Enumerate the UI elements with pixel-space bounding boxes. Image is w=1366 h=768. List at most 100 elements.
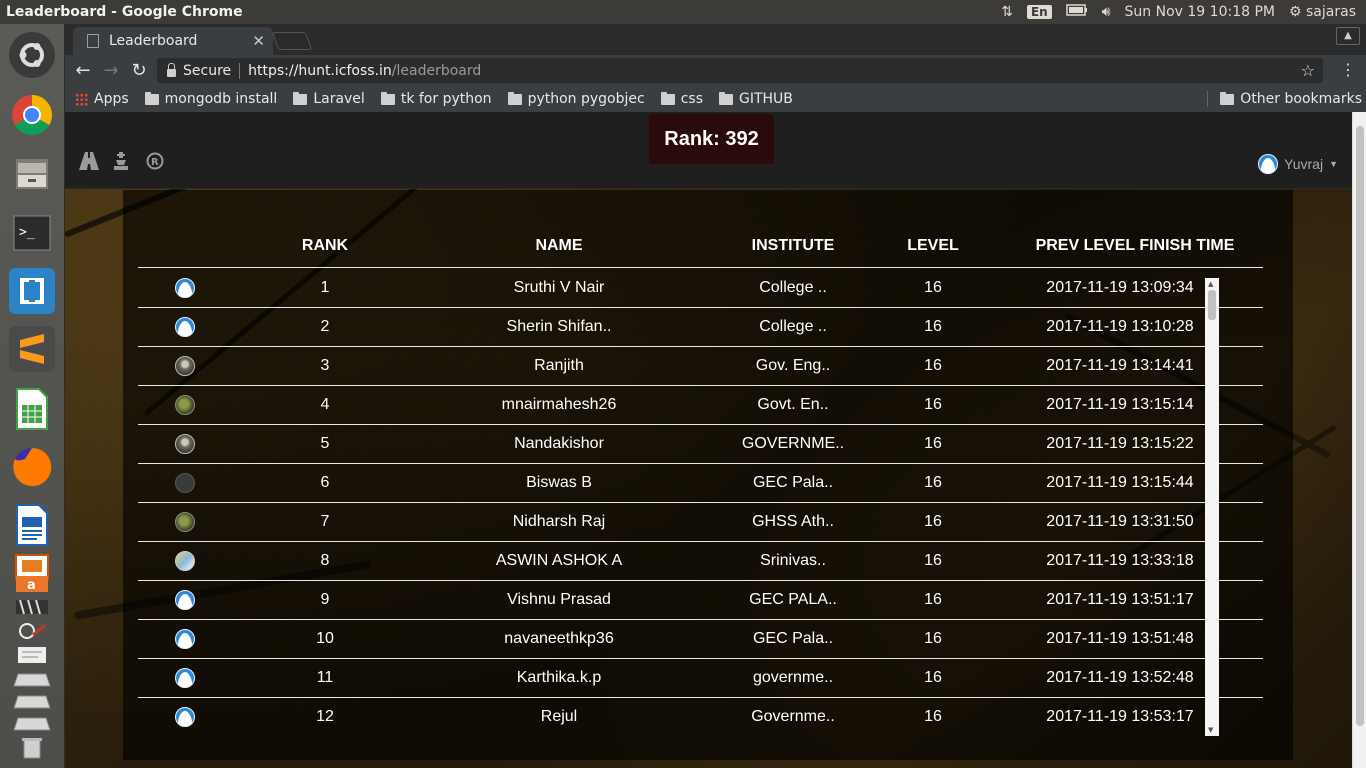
- drive-icon-2[interactable]: [9, 692, 55, 712]
- volume-icon[interactable]: 🔊︎: [1102, 4, 1111, 20]
- page-scroll-thumb[interactable]: [1356, 126, 1364, 726]
- browser-toolbar: ← → ↻ Secure https://hunt.icfoss.in/lead…: [65, 55, 1366, 86]
- address-bar[interactable]: Secure https://hunt.icfoss.in/leaderboar…: [157, 58, 1323, 83]
- network-arrows-icon[interactable]: ⇅: [1001, 4, 1013, 20]
- drive-icon-3[interactable]: [9, 714, 55, 734]
- page-scrollbar[interactable]: [1352, 112, 1366, 768]
- site-navbar: R Rank: 392 Yuvraj ▼: [65, 112, 1352, 189]
- svg-text:>_: >_: [19, 225, 35, 240]
- leaderboard-row: 8 ASWIN ASHOK A Srinivas.. 16 2017-11-19 13:…: [138, 542, 1263, 581]
- bookmark-apps[interactable]: Apps: [75, 91, 129, 107]
- bracket-app-icon[interactable]: [9, 268, 55, 314]
- level-cell: 16: [924, 396, 942, 413]
- leaderboard-rows[interactable]: 1 Sruthi V Nair College .. 16 2017-11-19 13:…: [138, 269, 1263, 728]
- svg-text:R: R: [151, 157, 159, 168]
- rank-cell: 4: [320, 396, 330, 413]
- other-bookmarks[interactable]: Other bookmarks: [1207, 91, 1362, 107]
- player-avatar: [175, 512, 195, 532]
- video-app-icon[interactable]: [9, 596, 55, 618]
- bookmark-github[interactable]: GITHUB: [719, 91, 793, 107]
- document-viewer-icon[interactable]: [9, 502, 55, 548]
- reload-icon[interactable]: ↻: [125, 60, 153, 81]
- level-cell: 16: [924, 708, 942, 725]
- user-menu[interactable]: ⚙ sajaras: [1289, 4, 1356, 20]
- rank-cell: 8: [320, 552, 330, 569]
- system-tools-icon[interactable]: [9, 620, 55, 642]
- player-avatar: [175, 473, 195, 493]
- rank-cell: 7: [320, 513, 330, 530]
- clock[interactable]: Sun Nov 19 10:18 PM: [1125, 4, 1275, 20]
- column-header-level: LEVEL: [907, 237, 959, 254]
- road-icon[interactable]: [79, 152, 99, 175]
- name-cell: Rejul: [540, 708, 578, 725]
- level-cell: 16: [924, 435, 942, 452]
- new-tab-button[interactable]: [271, 32, 313, 50]
- scroll-thumb[interactable]: [1208, 290, 1216, 320]
- chess-piece-icon[interactable]: [112, 152, 130, 175]
- back-arrow-icon[interactable]: ←: [69, 60, 97, 81]
- rank-cell: 11: [316, 669, 334, 686]
- scroll-up-arrow-icon[interactable]: ▲: [1208, 280, 1213, 288]
- forward-arrow-icon[interactable]: →: [97, 60, 125, 81]
- bookmark-label: mongodb install: [164, 91, 278, 107]
- level-cell: 16: [924, 552, 942, 569]
- column-header-prev-finish-time: PREV LEVEL FINISH TIME: [1035, 237, 1235, 254]
- url-host: https://hunt.icfoss.in: [248, 62, 392, 79]
- close-tab-icon[interactable]: ✕: [252, 32, 265, 50]
- scroll-down-arrow-icon[interactable]: ▼: [1208, 726, 1213, 734]
- finish-time-cell: 2017-11-19 13:15:44: [1046, 474, 1194, 491]
- name-cell: mnairmahesh26: [501, 396, 617, 413]
- institute-cell: Governme..: [751, 708, 835, 725]
- finish-time-cell: 2017-11-19 13:53:17: [1046, 708, 1194, 725]
- firefox-icon[interactable]: [9, 444, 55, 490]
- institute-cell: College ..: [759, 318, 827, 335]
- bookmark-star-icon[interactable]: ☆: [1301, 61, 1315, 80]
- leaderboard-row: 9 Vishnu Prasad GEC PALA.. 16 2017-11-19 13:…: [138, 581, 1263, 620]
- rank-cell: 9: [320, 591, 330, 608]
- name-cell: Sruthi V Nair: [513, 279, 605, 296]
- window-restore-icon[interactable]: ▲: [1336, 27, 1360, 45]
- bookmark-css[interactable]: css: [660, 91, 703, 107]
- finish-time-cell: 2017-11-19 13:10:28: [1046, 318, 1194, 335]
- battery-icon[interactable]: [1065, 4, 1088, 20]
- chrome-icon[interactable]: [9, 92, 55, 138]
- chrome-menu-icon[interactable]: ⋮: [1340, 60, 1356, 79]
- keyboard-layout-indicator[interactable]: En: [1026, 5, 1052, 19]
- bookmark-tk-python[interactable]: tk for python: [380, 91, 492, 107]
- files-icon[interactable]: [9, 150, 55, 196]
- amazon-icon[interactable]: a: [9, 574, 55, 594]
- leaderboard-row: 7 Nidharsh Raj GHSS Ath.. 16 2017-11-19 13:3…: [138, 503, 1263, 542]
- leaderboard-scrollbar[interactable]: ▲ ▼: [1205, 278, 1219, 736]
- bookmark-mongodb[interactable]: mongodb install: [144, 91, 278, 107]
- spreadsheet-icon[interactable]: [9, 386, 55, 432]
- tab-leaderboard[interactable]: Leaderboard ✕: [73, 27, 273, 55]
- text-editor-icon[interactable]: [9, 644, 55, 666]
- folder-icon: [293, 91, 308, 105]
- bookmark-label: css: [680, 91, 703, 107]
- bookmark-label: python pygobjec: [527, 91, 645, 107]
- trash-icon[interactable]: [9, 736, 55, 760]
- institute-cell: College ..: [759, 279, 827, 296]
- rank-cell: 2: [320, 318, 330, 335]
- name-cell: Vishnu Prasad: [507, 591, 611, 608]
- leaderboard-row: 3 Ranjith Gov. Eng.. 16 2017-11-19 13:14:41: [138, 347, 1263, 386]
- bookmark-laravel[interactable]: Laravel: [293, 91, 365, 107]
- sublime-text-icon[interactable]: [9, 326, 55, 372]
- window-title: Leaderboard - Google Chrome: [6, 4, 243, 20]
- drive-icon-1[interactable]: [9, 670, 55, 690]
- omnibox-separator: [239, 62, 241, 79]
- finish-time-cell: 2017-11-19 13:51:48: [1046, 630, 1194, 647]
- registered-icon[interactable]: R: [146, 152, 164, 175]
- bookmarks-bar: Apps mongodb install Laravel tk for pyth…: [65, 86, 1366, 112]
- ubuntu-logo-icon[interactable]: [9, 32, 55, 78]
- terminal-icon[interactable]: >_: [9, 210, 55, 256]
- level-cell: 16: [924, 357, 942, 374]
- bookmark-label: Apps: [94, 91, 129, 107]
- level-cell: 16: [924, 474, 942, 491]
- player-avatar: [175, 278, 195, 298]
- user-avatar: [1258, 154, 1279, 174]
- user-dropdown[interactable]: Yuvraj ▼: [1258, 154, 1338, 174]
- name-cell: Biswas B: [526, 474, 592, 491]
- bookmark-pygobject[interactable]: python pygobjec: [507, 91, 645, 107]
- folder-icon: [719, 91, 733, 105]
